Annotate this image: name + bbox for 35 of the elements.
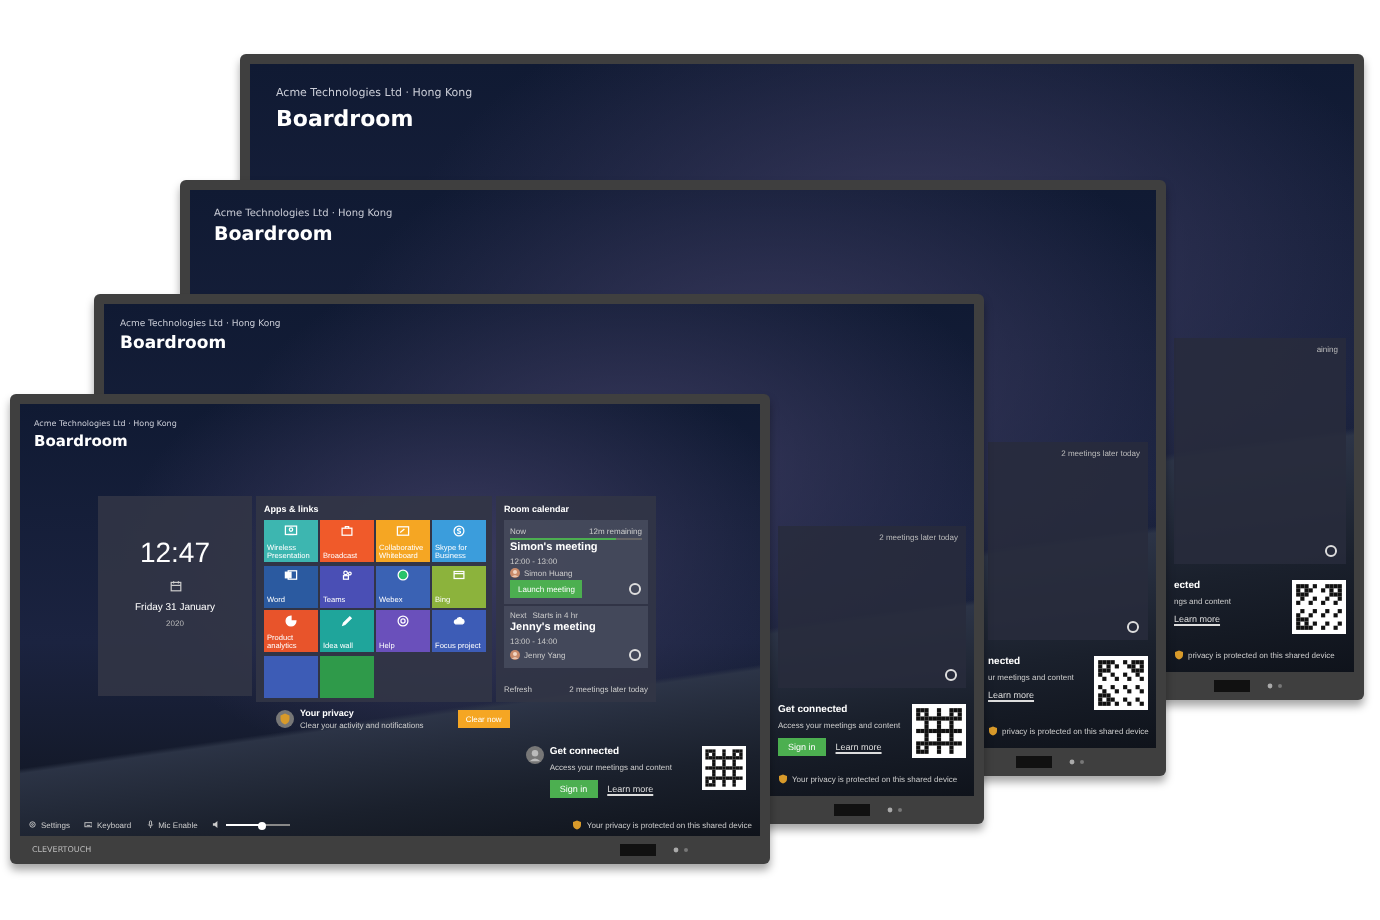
shield-icon — [1174, 650, 1184, 660]
qr-code — [702, 746, 746, 790]
microphone-icon — [145, 820, 155, 830]
calendar-icon — [169, 580, 181, 592]
room-name: Boardroom — [214, 224, 333, 246]
lifebuoy-icon — [395, 613, 410, 627]
briefcase-icon — [339, 523, 354, 537]
speaker-icon — [211, 820, 221, 830]
shield-icon — [276, 710, 294, 728]
chat-bubble-icon — [451, 523, 466, 537]
pencil-icon — [339, 613, 354, 627]
window-icon — [451, 568, 466, 582]
clock-time: 12:47 — [139, 536, 211, 568]
app-tile[interactable] — [320, 655, 373, 697]
whiteboard-icon — [395, 523, 410, 537]
shield-icon — [778, 774, 788, 784]
settings-icon — [28, 820, 37, 830]
document-icon — [283, 568, 298, 582]
globe-icon — [395, 568, 410, 582]
avatar-icon — [510, 568, 520, 578]
user-icon — [525, 746, 544, 764]
keyboard-icon — [83, 820, 93, 830]
room-name: Boardroom — [276, 106, 414, 132]
app-tile[interactable] — [264, 655, 317, 697]
pie-chart-icon — [283, 613, 298, 627]
qr-code — [912, 704, 966, 758]
shield-icon — [988, 726, 998, 736]
cloud-icon — [451, 613, 466, 627]
avatar-icon — [510, 650, 520, 660]
screen-icon — [283, 523, 298, 537]
qr-code — [1094, 656, 1148, 710]
qr-code — [1292, 580, 1346, 634]
shield-icon — [572, 820, 583, 830]
room-name: Boardroom — [120, 334, 227, 354]
people-icon — [339, 568, 354, 582]
